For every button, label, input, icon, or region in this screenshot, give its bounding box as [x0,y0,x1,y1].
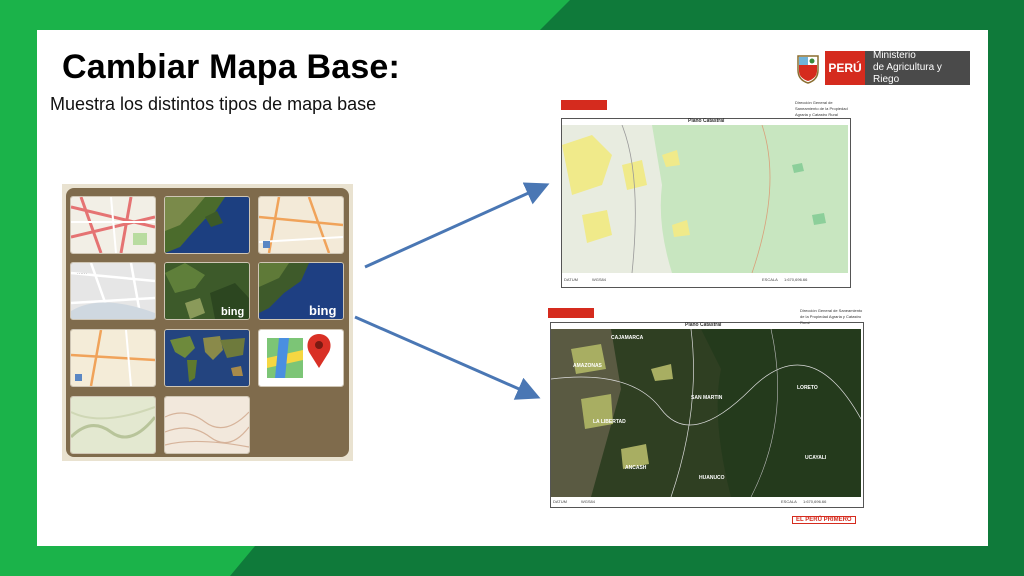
place-label: LA LIBERTAD [593,419,626,425]
map-top-header: Dirección General de Saneamiento de la P… [795,100,848,117]
map-top-scale-value: 1:670,696.66 [784,277,808,282]
place-label: CAJAMARCA [611,335,644,341]
arrows [354,182,550,400]
place-label: LORETO [797,385,818,391]
arrow-to-bottom-map [354,315,541,400]
map-top-datum-value: WGS84 [592,277,607,282]
map-top-datum-label: DATUM [564,277,578,282]
map-top-frame: Plano Catastral DATUM WGS84 ESCALA 1:670… [561,118,851,288]
map-bottom-brand: EL PERÚ PRIMERO [792,516,856,524]
place-label: ANCASH [625,465,647,471]
place-label: HUANUCO [699,475,725,481]
map-top-title: Plano Catastral [688,118,725,124]
map-bottom-canvas [551,329,861,497]
place-label: SAN MARTIN [691,395,723,401]
place-label: AMAZONAS [573,363,602,369]
map-bottom-title: Plano Catastral [685,322,722,328]
map-bottom-logo [548,308,594,318]
map-bottom-datum-label: DATUM [553,499,567,504]
map-bottom-scale-value: 1:670,696.66 [803,499,827,504]
map-bottom-frame: Plano Catastral CAJAMARCA AMAZONAS SAN M… [550,322,864,508]
arrow-to-top-map [364,182,550,269]
place-label: UCAYALI [805,455,827,461]
map-top-scale-label: ESCALA [762,277,778,282]
map-bottom-scale-label: ESCALA [781,499,797,504]
map-street-basemap: Dirección General de Saneamiento de la P… [555,98,853,290]
map-top-logo [561,100,607,110]
map-top-canvas [562,125,848,273]
map-satellite-basemap: Dirección General de Saneamiento de la P… [542,302,866,534]
map-bottom-datum-value: WGS84 [581,499,596,504]
